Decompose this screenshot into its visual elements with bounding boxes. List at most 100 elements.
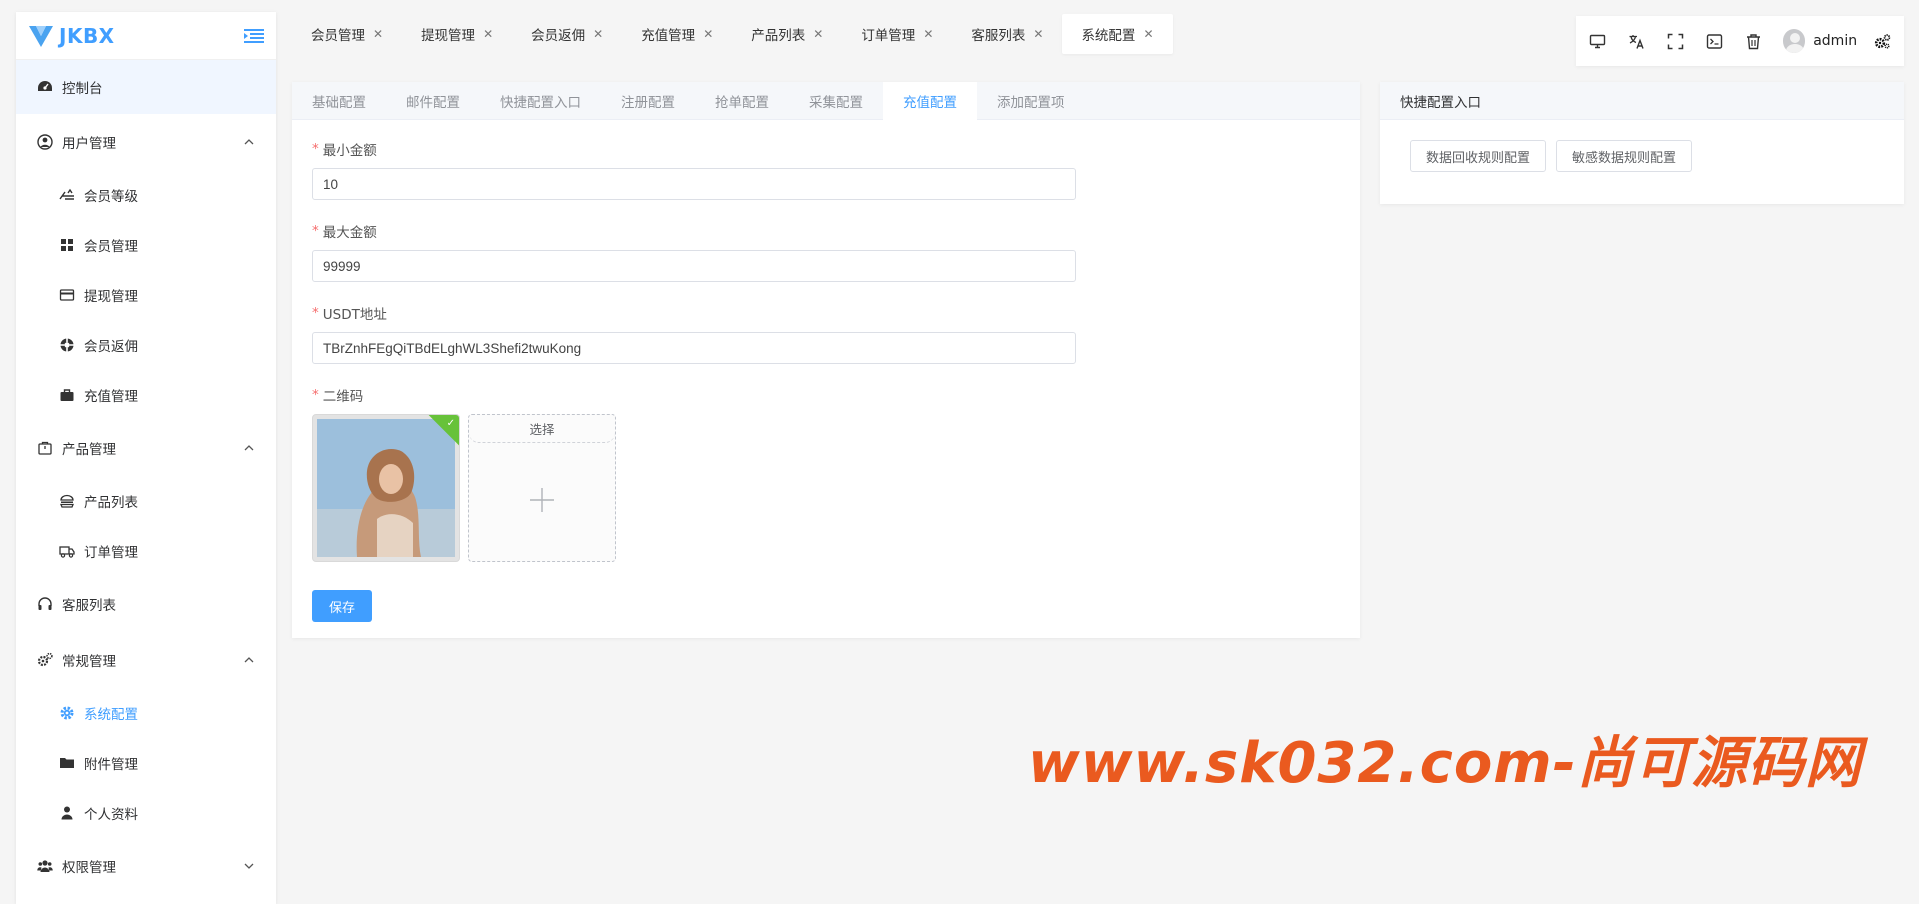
logo-bar: JKBX — [16, 12, 276, 60]
min-amount-label: 最小金额 — [322, 143, 377, 159]
avatar[interactable] — [1782, 29, 1806, 53]
sidebar-item-support-list[interactable]: 客服列表 — [16, 576, 276, 632]
max-amount-input[interactable]: 99999 — [312, 250, 1076, 282]
usdt-address-label: USDT地址 — [322, 307, 387, 323]
sidebar-item-label: 充值管理 — [84, 389, 138, 405]
sidebar-item-commission[interactable]: 会员返佣 — [16, 320, 276, 370]
sidebar-item-permissions[interactable]: 权限管理 — [16, 838, 276, 894]
usdt-address-input[interactable]: TBrZnhFEgQiTBdELghWL3Shefi2twuKong — [312, 332, 1076, 364]
qrcode-label: 二维码 — [322, 389, 364, 405]
close-icon[interactable]: ✕ — [923, 27, 933, 41]
sidebar-item-member-level[interactable]: 会员等级 — [16, 170, 276, 220]
tab-member-management[interactable]: 会员管理 ✕ — [292, 14, 402, 54]
life-ring-icon — [58, 336, 76, 354]
check-icon: ✓ — [446, 418, 455, 429]
monitor-icon[interactable] — [1588, 31, 1607, 51]
sidebar-item-recharge[interactable]: 充值管理 — [16, 370, 276, 420]
sidebar-item-system-config[interactable]: 系统配置 — [16, 688, 276, 738]
tab-label: 客服列表 — [971, 28, 1026, 44]
card-icon — [58, 286, 76, 304]
tab-product-list[interactable]: 产品列表 ✕ — [732, 14, 842, 54]
tab-system-config[interactable]: 系统配置 ✕ — [1062, 14, 1173, 54]
username[interactable]: admin — [1813, 33, 1857, 49]
sidebar-item-order-management[interactable]: 订单管理 — [16, 526, 276, 576]
tab-mail-config[interactable]: 邮件配置 — [386, 82, 480, 120]
logo-text: JKBX — [59, 23, 115, 48]
sidebar-item-product-management[interactable]: 产品管理 — [16, 420, 276, 476]
sidebar-item-label: 提现管理 — [84, 289, 138, 305]
tab-basic-config[interactable]: 基础配置 — [292, 82, 386, 120]
tab-recharge[interactable]: 充值管理 ✕ — [622, 14, 732, 54]
data-recycle-rule-button[interactable]: 数据回收规则配置 — [1410, 140, 1547, 172]
page-tabs: 会员管理 ✕ 提现管理 ✕ 会员返佣 ✕ 充值管理 ✕ 产品列表 ✕ 订单管理 ✕ 客服列表… — [292, 12, 1173, 56]
sidebar-item-label: 会员返佣 — [84, 339, 138, 355]
tab-support-list[interactable]: 客服列表 ✕ — [952, 14, 1062, 54]
sidebar-item-member-management[interactable]: 会员管理 — [16, 220, 276, 270]
uploaded-image — [317, 419, 455, 557]
sidebar-item-label: 产品列表 — [84, 495, 138, 511]
required-mark: * — [312, 141, 319, 157]
level-icon — [58, 186, 76, 204]
cogs-icon — [36, 651, 54, 669]
close-icon[interactable]: ✕ — [1033, 27, 1043, 41]
sidebar-item-label: 权限管理 — [62, 860, 116, 876]
tab-recharge-config[interactable]: 充值配置 — [883, 82, 977, 120]
folder-icon — [58, 754, 76, 772]
plus-icon — [530, 488, 554, 512]
tab-quick-config[interactable]: 快捷配置入口 — [480, 82, 601, 120]
chevron-up-icon — [244, 445, 254, 451]
sidebar-item-label: 订单管理 — [84, 545, 138, 561]
tab-label: 产品列表 — [751, 28, 806, 44]
close-icon[interactable]: ✕ — [813, 27, 823, 41]
gear-icon — [58, 704, 76, 722]
sidebar-item-label: 个人资料 — [84, 807, 138, 823]
sidebar-item-attachments[interactable]: 附件管理 — [16, 738, 276, 788]
sidebar-item-label: 客服列表 — [62, 598, 116, 614]
sidebar-item-general-management[interactable]: 常规管理 — [16, 632, 276, 688]
briefcase-icon — [58, 386, 76, 404]
sidebar-item-product-list[interactable]: 产品列表 — [16, 476, 276, 526]
quick-config-title: 快捷配置入口 — [1380, 82, 1904, 120]
sidebar-item-profile[interactable]: 个人资料 — [16, 788, 276, 838]
watermark-text: www.sk032.com-尚可源码网 — [1028, 731, 1862, 796]
close-icon[interactable]: ✕ — [373, 27, 383, 41]
chevron-up-icon — [244, 657, 254, 663]
sidebar-item-label: 附件管理 — [84, 757, 138, 773]
tab-add-config-item[interactable]: 添加配置项 — [977, 82, 1085, 120]
min-amount-field: * 最小金额 10 — [312, 138, 1340, 200]
save-button[interactable]: 保存 — [312, 590, 372, 622]
sidebar-item-withdraw[interactable]: 提现管理 — [16, 270, 276, 320]
config-tabs: 基础配置 邮件配置 快捷配置入口 注册配置 抢单配置 采集配置 充值配置 添加配… — [292, 82, 1360, 120]
settings-icon[interactable] — [1873, 31, 1892, 51]
image-picker[interactable]: 选择 — [468, 414, 616, 562]
close-icon[interactable]: ✕ — [483, 27, 493, 41]
quick-config-card: 快捷配置入口 数据回收规则配置 敏感数据规则配置 — [1380, 82, 1904, 204]
picker-label: 选择 — [469, 415, 615, 443]
trash-icon[interactable] — [1744, 31, 1763, 51]
tab-label: 订单管理 — [861, 28, 916, 44]
translate-icon[interactable] — [1627, 31, 1646, 51]
tab-grab-order-config[interactable]: 抢单配置 — [695, 82, 789, 120]
chevron-down-icon — [244, 863, 254, 869]
tab-order-management[interactable]: 订单管理 ✕ — [842, 14, 952, 54]
tab-register-config[interactable]: 注册配置 — [601, 82, 695, 120]
sensitive-data-rule-button[interactable]: 敏感数据规则配置 — [1556, 140, 1693, 172]
tab-withdraw[interactable]: 提现管理 ✕ — [402, 14, 512, 54]
close-icon[interactable]: ✕ — [593, 27, 603, 41]
sidebar-item-dashboard[interactable]: 控制台 — [16, 60, 276, 114]
tab-commission[interactable]: 会员返佣 ✕ — [512, 14, 622, 54]
required-mark: * — [312, 387, 319, 403]
close-icon[interactable]: ✕ — [703, 27, 713, 41]
sidebar-item-user-management[interactable]: 用户管理 — [16, 114, 276, 170]
headset-icon — [36, 595, 54, 613]
tab-collect-config[interactable]: 采集配置 — [789, 82, 883, 120]
tab-label: 会员管理 — [311, 28, 365, 44]
menu-collapse-icon[interactable] — [244, 28, 264, 44]
uploaded-image-thumbnail[interactable]: ✓ — [312, 414, 460, 562]
sidebar-item-label: 常规管理 — [62, 654, 116, 670]
truck-icon — [58, 542, 76, 560]
terminal-icon[interactable] — [1705, 31, 1724, 51]
min-amount-input[interactable]: 10 — [312, 168, 1076, 200]
close-icon[interactable]: ✕ — [1143, 27, 1153, 41]
fullscreen-icon[interactable] — [1666, 31, 1685, 51]
